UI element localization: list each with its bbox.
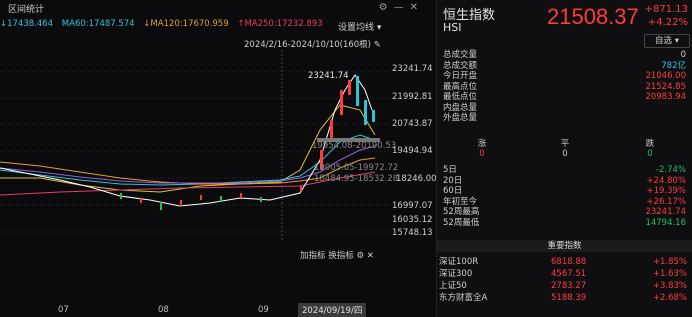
pin-icon[interactable]: ✎ (374, 40, 381, 50)
minimize-icon[interactable]: — (394, 2, 404, 13)
crosshair-date: 2024/09/19/四 (298, 303, 367, 317)
index-code: HSI (443, 21, 462, 34)
period-returns: 5日 -2.74% 20日 +24.80% 60日 +19.39% 年初至今 +26.1… (443, 165, 686, 228)
date-tick: 08 (158, 305, 169, 315)
high-label: 23241.74 (308, 71, 349, 81)
close-icon[interactable]: ✕ (367, 251, 374, 261)
period-row: 5日 -2.74% (443, 165, 686, 175)
period-row: 52周最低 14794.16 (443, 217, 686, 228)
price-tick: 19494.94 (392, 146, 433, 156)
stat-row: 内盘总量 (443, 102, 478, 113)
window-controls: ⚙ — ✕ (379, 2, 418, 13)
settings-icon[interactable]: ⚙ (379, 2, 388, 13)
price-tick: 18246.00 (396, 174, 437, 184)
date-axis: 07 08 09 (0, 305, 436, 317)
quote-panel: 恒生指数 HSI 21508.37 +871.13 +4.22% 自选 ▾ 总成… (437, 0, 692, 317)
chart-topbar: 区间统计 ⚙ — ✕ (0, 0, 436, 16)
date-tick: 09 (258, 305, 269, 315)
flat-count: 0 (562, 149, 568, 159)
flat-label: 平 (560, 139, 570, 149)
ma-legend-item: ↓17438.464 (0, 19, 54, 29)
gear-icon[interactable]: ⚙ (356, 251, 364, 261)
key-index-header: 重要指数 (437, 240, 692, 252)
last-price: 21508.37 (547, 4, 639, 29)
cross-label: 19005.05-19972.72 (314, 163, 399, 173)
close-icon[interactable]: ✕ (410, 2, 418, 13)
breadth: 涨 0 平 0 跌 0 (443, 137, 686, 161)
ma-legend-item: ↑MA250:17232.893 (237, 19, 323, 29)
stat-row: 最高点位 21524.85 (443, 81, 686, 92)
price-tick: 20743.87 (392, 119, 433, 129)
period-row: 20日 +24.80% (443, 175, 686, 186)
date-tick: 07 (58, 305, 69, 315)
ma-legend-item: ↓MA120:17670.959 (143, 19, 229, 29)
chart-panel: 区间统计 ⚙ — ✕ ↓17438.464 MA60:17487.574 ↓MA… (0, 0, 437, 317)
stats-list: 总成交量 0 总成交额 782亿 今日开盘 21046.00 最高点位 21524.85… (443, 50, 686, 124)
cross-label: 19954.08-20190.53 (312, 141, 397, 151)
index-row[interactable]: 深证300 4567.51 +1.63% (439, 268, 689, 280)
price-tick: 16997.07 (392, 201, 433, 211)
add-indicator-button[interactable]: 加指标 (300, 251, 326, 261)
stat-row: 总成交额 782亿 (443, 60, 686, 71)
indicator-bar: 加指标 换指标 ⚙ ✕ (300, 249, 374, 261)
period-row: 年初至今 +26.17% (443, 196, 686, 207)
up-count: 0 (479, 149, 485, 159)
price-tick: 16035.12 (392, 215, 433, 225)
key-index-list: 深证100R 6818.88 +1.85% 深证300 4567.51 +1.63% 上… (439, 256, 689, 304)
stat-row: 总成交量 0 (443, 50, 686, 60)
down-count: 0 (647, 149, 653, 159)
period-row: 60日 +19.39% (443, 186, 686, 196)
period-row: 52周最高 23241.74 (443, 207, 686, 217)
cross-label: 18484.95-18532.28 (314, 174, 399, 184)
set-ma-button[interactable]: 设置均线 ▾ (338, 20, 381, 33)
window-title: 区间统计 (8, 4, 45, 15)
index-row[interactable]: 深证100R 6818.88 +1.85% (439, 256, 689, 268)
down-label: 跌 (645, 139, 655, 149)
price-change: +871.13 (644, 4, 688, 15)
up-label: 涨 (477, 139, 487, 149)
price-change-pct: +4.22% (647, 17, 688, 28)
stat-row: 最低点位 20983.94 (443, 92, 686, 102)
stat-row: 外盘总量 (443, 113, 478, 123)
switch-indicator-button[interactable]: 换指标 (328, 251, 354, 261)
price-tick: 21992.81 (392, 92, 433, 102)
stat-row: 今日开盘 21046.00 (443, 71, 686, 81)
price-tick: 23241.74 (392, 64, 433, 74)
date-range: 2024/2/16-2024/10/10(160根) ✎ (244, 40, 381, 50)
ma-legend-item: MA60:17487.574 (61, 19, 135, 29)
index-row[interactable]: 东方财富全A 5188.39 +2.68% (439, 292, 689, 304)
index-row[interactable]: 上证50 2783.27 +3.83% (439, 280, 689, 292)
price-tick: 15748.13 (392, 228, 433, 238)
watchlist-button[interactable]: 自选 ▾ (644, 34, 690, 48)
